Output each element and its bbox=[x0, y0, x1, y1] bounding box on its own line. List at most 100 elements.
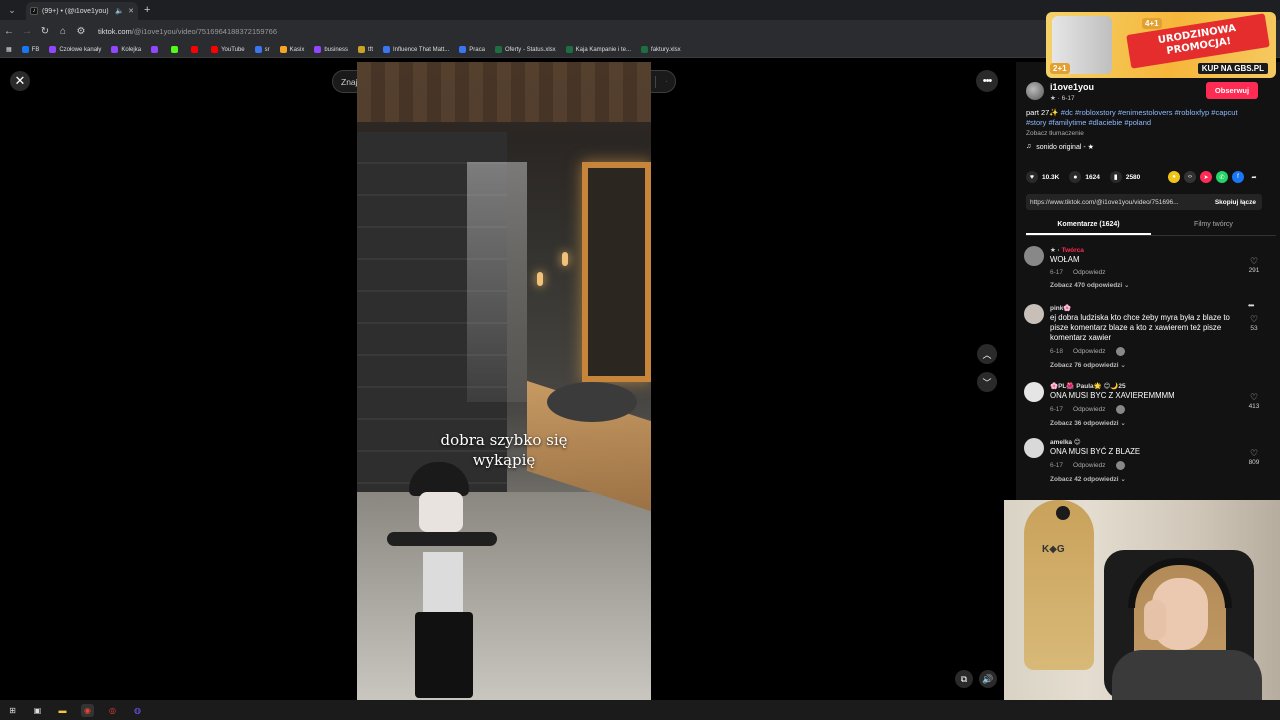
share-arrow-icon[interactable]: ➦ bbox=[1248, 171, 1260, 183]
view-replies-link[interactable]: Zobacz 42 odpowiedzi ⌄ bbox=[1050, 475, 1236, 483]
reply-button[interactable]: Odpowiedz bbox=[1073, 406, 1106, 413]
search-icon[interactable] bbox=[655, 75, 667, 88]
tab-search-chevron-icon[interactable]: ⌄ bbox=[4, 3, 20, 17]
home-icon[interactable]: ⌂ bbox=[54, 26, 72, 37]
bookmark-item[interactable]: business bbox=[314, 46, 348, 53]
reply-button[interactable]: Odpowiedz bbox=[1073, 348, 1106, 355]
bookmark-item[interactable]: faktury.xlsx bbox=[641, 46, 681, 53]
author-avatar[interactable] bbox=[1026, 82, 1044, 100]
comment-date: 6-17 bbox=[1050, 406, 1064, 413]
comment-text: ej dobra ludziska kto chce żeby myra był… bbox=[1050, 313, 1230, 342]
view-replies-link[interactable]: Zobacz 470 odpowiedzi ⌄ bbox=[1050, 281, 1236, 289]
commenter-name[interactable]: amelka 😊 bbox=[1050, 438, 1236, 446]
bookmark-item[interactable]: Kolejka bbox=[111, 46, 141, 53]
back-arrow-icon[interactable]: ← bbox=[0, 26, 18, 37]
commenter-avatar[interactable] bbox=[1024, 246, 1044, 266]
picture-in-picture-button[interactable]: ⧉ bbox=[955, 670, 973, 688]
speaker-icon[interactable]: 🔈 bbox=[115, 7, 124, 15]
video-scene-mirror bbox=[582, 162, 651, 382]
comment-more-icon[interactable]: ••• bbox=[1248, 301, 1254, 310]
save-stat[interactable]: ▮ 2580 bbox=[1109, 171, 1140, 183]
bookmark-item[interactable]: Influence That Matt... bbox=[383, 46, 449, 53]
forward-arrow-icon[interactable]: → bbox=[18, 26, 36, 37]
bookmark-item[interactable]: sr bbox=[254, 46, 270, 53]
music-title[interactable]: sonido original - ★ bbox=[1036, 143, 1094, 151]
bookmark-item[interactable]: tft bbox=[358, 46, 373, 53]
share-link-text[interactable]: https://www.tiktok.com/@i1ove1you/video/… bbox=[1030, 199, 1209, 206]
tab-close-icon[interactable]: ✕ bbox=[128, 7, 134, 15]
comment-like-button[interactable]: ♡ 809 bbox=[1246, 448, 1262, 466]
commenter-avatar[interactable] bbox=[1024, 438, 1044, 458]
reply-button[interactable]: Odpowiedz bbox=[1073, 269, 1106, 276]
chevron-up-icon: ︿ bbox=[982, 349, 992, 360]
bookmark-item[interactable] bbox=[171, 46, 181, 53]
comment-like-button[interactable]: ♡ 291 bbox=[1246, 256, 1262, 274]
previous-video-button[interactable]: ︿ bbox=[977, 344, 997, 364]
see-translation-link[interactable]: Zobacz tłumaczenie bbox=[1026, 130, 1084, 137]
comment-bubble-icon[interactable]: ● bbox=[1069, 171, 1082, 183]
comment-like-button[interactable]: ♡ 413 bbox=[1246, 392, 1262, 410]
comment-like-button[interactable]: ♡ 53 bbox=[1246, 314, 1262, 332]
comment-stat[interactable]: ● 1624 bbox=[1069, 171, 1100, 183]
tab-creator-videos[interactable]: Filmy twórcy bbox=[1151, 216, 1276, 235]
bookmark-label: sr bbox=[264, 46, 270, 53]
copy-link-button[interactable]: Skopiuj łącze bbox=[1209, 199, 1262, 206]
reply-button[interactable]: Odpowiedz bbox=[1073, 462, 1106, 469]
bookmark-item[interactable] bbox=[191, 46, 201, 53]
tiktok-favicon-icon: ♪ bbox=[30, 7, 38, 15]
volume-button[interactable]: 🔊 bbox=[979, 670, 997, 688]
heart-outline-icon[interactable]: ♡ bbox=[1246, 256, 1262, 267]
music-info[interactable]: ♫ sonido original - ★ bbox=[1026, 143, 1094, 151]
author-info[interactable]: i1ove1you ★ · 6-17 bbox=[1026, 82, 1094, 102]
bookmark-item[interactable]: Oferty - Status.xlsx bbox=[494, 46, 556, 53]
close-icon: ✕ bbox=[14, 73, 26, 88]
browser-tab-active[interactable]: ♪ (99+) • (@i1ove1you) | Ti 🔈 ✕ bbox=[26, 2, 138, 20]
bookmark-item[interactable]: Kasix bbox=[279, 46, 304, 53]
view-replies-link[interactable]: Zobacz 76 odpowiedzi ⌄ bbox=[1050, 361, 1236, 369]
video-player[interactable]: dobra szybko się wykąpię bbox=[357, 62, 651, 700]
bookmark-favicon-icon bbox=[641, 46, 649, 53]
send-icon[interactable]: ➤ bbox=[1200, 171, 1212, 183]
start-windows-icon[interactable]: ⊞ bbox=[6, 704, 19, 717]
next-video-button[interactable]: ﹀ bbox=[977, 372, 997, 392]
new-tab-button[interactable]: + bbox=[144, 4, 150, 16]
bookmark-item[interactable]: Kaja Kampanie i te... bbox=[565, 46, 631, 53]
commenter-name[interactable]: pink🌸 bbox=[1050, 304, 1236, 312]
bookmark-item[interactable] bbox=[151, 46, 161, 53]
file-explorer-icon[interactable]: ▬ bbox=[56, 704, 69, 717]
tab-comments[interactable]: Komentarze (1624) bbox=[1026, 216, 1151, 235]
reload-icon[interactable]: ↻ bbox=[36, 26, 54, 37]
bookmark-item[interactable]: Praca bbox=[459, 46, 485, 53]
commenter-name[interactable]: 🌸PL🌺 Paula🌟 😊🌙25 bbox=[1050, 382, 1236, 390]
bookmark-item[interactable]: Czołowe kanały bbox=[49, 46, 101, 53]
chrome-icon[interactable]: ◉ bbox=[81, 703, 94, 717]
coin-icon[interactable]: ● bbox=[1168, 171, 1180, 183]
commenter-name[interactable]: ★ · Twórca bbox=[1050, 246, 1236, 254]
apps-grid-icon[interactable]: ▦ bbox=[6, 46, 12, 53]
bookmark-icon[interactable]: ▮ bbox=[1109, 171, 1122, 183]
heart-icon[interactable]: ♥ bbox=[1026, 171, 1038, 183]
bookmark-item[interactable]: YouTube bbox=[211, 46, 245, 53]
view-replies-link[interactable]: Zobacz 36 odpowiedzi ⌄ bbox=[1050, 419, 1236, 427]
heart-outline-icon[interactable]: ♡ bbox=[1246, 448, 1262, 459]
task-view-icon[interactable]: ▣ bbox=[31, 704, 44, 717]
bookmark-item[interactable]: FB bbox=[21, 46, 39, 53]
heart-outline-icon[interactable]: ♡ bbox=[1246, 314, 1262, 325]
embed-icon[interactable]: ‹› bbox=[1184, 171, 1196, 183]
more-options-button[interactable]: ••• bbox=[976, 70, 998, 92]
author-name[interactable]: i1ove1you bbox=[1050, 82, 1094, 92]
url-field[interactable]: tiktok.com/@i1ove1you/video/751696418837… bbox=[98, 27, 277, 36]
like-stat[interactable]: ♥ 10.3K bbox=[1026, 171, 1059, 183]
facebook-icon[interactable]: f bbox=[1232, 171, 1244, 183]
heart-outline-icon[interactable]: ♡ bbox=[1246, 392, 1262, 403]
obs-icon[interactable]: ◍ bbox=[131, 704, 144, 717]
promo-badge-bottom: 2+1 bbox=[1050, 63, 1070, 74]
commenter-avatar[interactable] bbox=[1024, 304, 1044, 324]
site-info-icon[interactable]: ⚙ bbox=[72, 26, 90, 37]
follow-button[interactable]: Obserwuj bbox=[1206, 82, 1258, 99]
bookmark-favicon-icon bbox=[565, 46, 573, 53]
whatsapp-icon[interactable]: ✆ bbox=[1216, 171, 1228, 183]
commenter-avatar[interactable] bbox=[1024, 382, 1044, 402]
close-video-button[interactable]: ✕ bbox=[10, 71, 30, 91]
media-app-icon[interactable]: ◎ bbox=[106, 704, 119, 717]
